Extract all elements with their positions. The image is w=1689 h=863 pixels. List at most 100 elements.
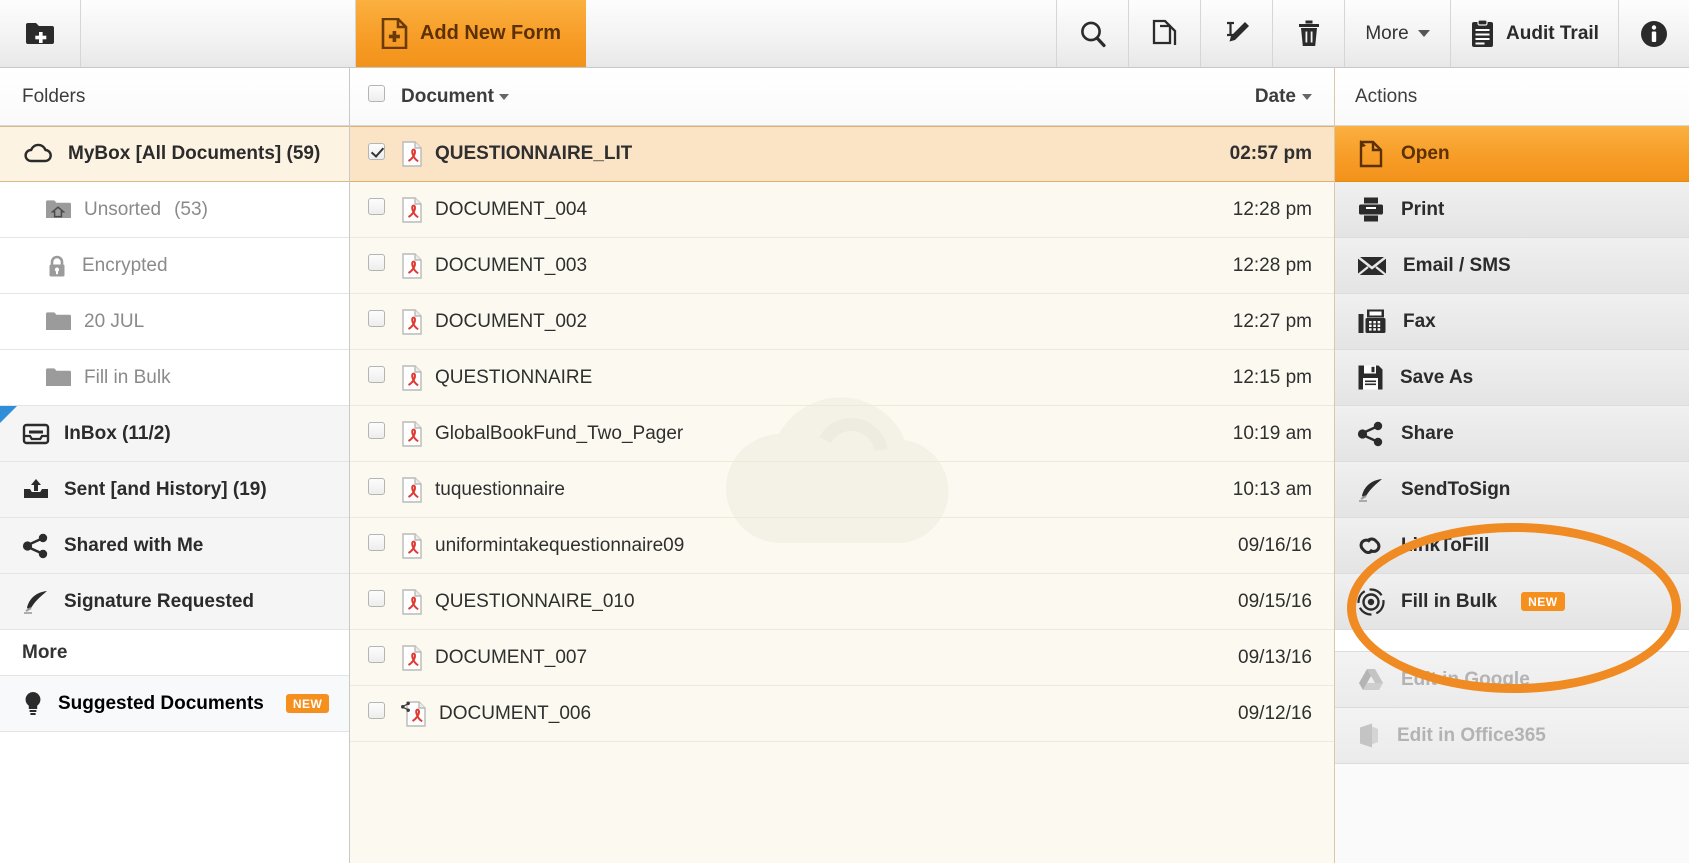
- table-row[interactable]: DOCUMENT_007 09/13/16: [350, 630, 1334, 686]
- filemanager-app: Add New Form More Audit Trail Folders My…: [0, 0, 1689, 863]
- row-checkbox[interactable]: [368, 198, 385, 221]
- document-date: 09/16/16: [1238, 534, 1312, 556]
- table-row[interactable]: GlobalBookFund_Two_Pager 10:19 am: [350, 406, 1334, 462]
- document-date: 09/12/16: [1238, 702, 1312, 724]
- row-checkbox[interactable]: [368, 478, 385, 501]
- outbox-icon: [22, 478, 50, 502]
- clipboard-icon: [1470, 18, 1495, 49]
- audit-trail-button[interactable]: Audit Trail: [1451, 0, 1619, 67]
- sidebar-item-encrypted[interactable]: Encrypted: [0, 238, 349, 294]
- more-label: More: [1365, 22, 1409, 44]
- sidebar-item-signature-requested[interactable]: Signature Requested: [0, 574, 349, 630]
- action-fax[interactable]: Fax: [1335, 294, 1689, 350]
- floppy-disk-icon: [1357, 364, 1384, 391]
- action-label: Fill in Bulk: [1401, 590, 1498, 612]
- column-header-date: Date: [1254, 85, 1296, 107]
- rename-button[interactable]: [1201, 0, 1273, 67]
- sidebar-item-label: Sent [and History] (19): [64, 478, 267, 500]
- action-label: Edit in Google: [1401, 668, 1530, 690]
- table-row[interactable]: DOCUMENT_002 12:27 pm: [350, 294, 1334, 350]
- feather-icon: [22, 589, 50, 615]
- document-date: 12:28 pm: [1232, 254, 1312, 276]
- action-share[interactable]: Share: [1335, 406, 1689, 462]
- pdf-icon: [401, 364, 423, 391]
- row-checkbox[interactable]: [368, 590, 385, 613]
- sidebar-item-shared-with-me[interactable]: Shared with Me: [0, 518, 349, 574]
- search-button[interactable]: [1057, 0, 1129, 67]
- sidebar-item-unsorted[interactable]: Unsorted (53): [0, 182, 349, 238]
- new-folder-button[interactable]: [0, 0, 81, 67]
- sidebar-item-fill-in-bulk[interactable]: Fill in Bulk: [0, 350, 349, 406]
- document-date: 12:27 pm: [1232, 310, 1312, 332]
- chevron-down-icon: [1302, 93, 1312, 100]
- top-toolbar: Add New Form More Audit Trail: [0, 0, 1689, 68]
- envelope-icon: [1357, 255, 1387, 277]
- folder-icon: [45, 311, 71, 332]
- sidebar-item-20jul[interactable]: 20 JUL: [0, 294, 349, 350]
- pdf-icon: [401, 252, 423, 279]
- action-sendtosign[interactable]: SendToSign: [1335, 462, 1689, 518]
- column-header-date-group[interactable]: Date: [1255, 86, 1312, 108]
- sidebar-item-label: Suggested Documents: [58, 692, 264, 714]
- table-row[interactable]: uniformintakequestionnaire09 09/16/16: [350, 518, 1334, 574]
- action-label: Open: [1401, 142, 1450, 164]
- row-checkbox[interactable]: [368, 702, 385, 725]
- document-name: GlobalBookFund_Two_Pager: [435, 422, 684, 444]
- actions-divider: [1335, 630, 1689, 652]
- add-new-form-button[interactable]: Add New Form: [356, 0, 586, 67]
- toolbar-left-spacer: [81, 0, 356, 67]
- action-email-sms[interactable]: Email / SMS: [1335, 238, 1689, 294]
- document-name: tuquestionnaire: [435, 478, 565, 500]
- copy-button[interactable]: [1129, 0, 1201, 67]
- sidebar-item-sent[interactable]: Sent [and History] (19): [0, 462, 349, 518]
- action-linktofill[interactable]: LinkToFill: [1335, 518, 1689, 574]
- table-row[interactable]: QUESTIONNAIRE 12:15 pm: [350, 350, 1334, 406]
- actions-panel: Actions Open Print Email / SMS Fax Save …: [1335, 68, 1689, 863]
- table-row[interactable]: DOCUMENT_004 12:28 pm: [350, 182, 1334, 238]
- row-checkbox[interactable]: [368, 366, 385, 389]
- sidebar-item-mybox[interactable]: MyBox [All Documents] (59): [0, 126, 349, 182]
- info-button[interactable]: [1619, 0, 1689, 67]
- action-save-as[interactable]: Save As: [1335, 350, 1689, 406]
- sidebar-item-inbox[interactable]: InBox (11/2): [0, 406, 349, 462]
- actions-empty-area: [1335, 764, 1689, 863]
- column-header-document[interactable]: Document: [401, 86, 494, 108]
- document-name: DOCUMENT_006: [439, 702, 592, 724]
- search-icon: [1078, 19, 1108, 49]
- more-button[interactable]: More: [1345, 0, 1451, 67]
- folders-header: Folders: [0, 68, 349, 126]
- document-date: 09/15/16: [1238, 590, 1312, 612]
- sidebar-item-suggested-documents[interactable]: Suggested Documents NEW: [0, 676, 349, 732]
- folder-plus-icon: [25, 21, 55, 47]
- row-checkbox[interactable]: [368, 646, 385, 669]
- table-row[interactable]: DOCUMENT_003 12:28 pm: [350, 238, 1334, 294]
- document-name: DOCUMENT_003: [435, 254, 588, 276]
- audit-trail-label: Audit Trail: [1506, 22, 1599, 44]
- delete-button[interactable]: [1273, 0, 1345, 67]
- document-date: 12:15 pm: [1232, 366, 1312, 388]
- sidebar-item-label: Unsorted: [84, 198, 162, 220]
- document-name: QUESTIONNAIRE_LIT: [435, 143, 633, 164]
- table-row[interactable]: QUESTIONNAIRE_LIT 02:57 pm: [350, 126, 1334, 182]
- sidebar-item-label: MyBox [All Documents] (59): [68, 143, 321, 164]
- pdf-shared-icon: [401, 700, 427, 727]
- row-checkbox[interactable]: [368, 254, 385, 277]
- action-open[interactable]: Open: [1335, 126, 1689, 182]
- table-row[interactable]: QUESTIONNAIRE_010 09/15/16: [350, 574, 1334, 630]
- lightbulb-icon: [22, 691, 44, 717]
- pdf-icon: [401, 420, 423, 447]
- chevron-down-icon: [498, 93, 509, 100]
- row-checkbox[interactable]: [368, 310, 385, 333]
- row-checkbox[interactable]: [368, 422, 385, 445]
- select-all-checkbox[interactable]: [368, 85, 385, 108]
- row-checkbox[interactable]: [368, 142, 385, 166]
- document-date: 12:28 pm: [1232, 198, 1312, 220]
- table-row[interactable]: DOCUMENT_006 09/12/16: [350, 686, 1334, 742]
- sidebar-item-label: Encrypted: [82, 254, 168, 276]
- sidebar-item-label: Signature Requested: [64, 590, 255, 612]
- action-print[interactable]: Print: [1335, 182, 1689, 238]
- action-fill-in-bulk[interactable]: Fill in Bulk NEW: [1335, 574, 1689, 630]
- pdf-icon: [401, 532, 423, 559]
- table-row[interactable]: tuquestionnaire 10:13 am: [350, 462, 1334, 518]
- row-checkbox[interactable]: [368, 534, 385, 557]
